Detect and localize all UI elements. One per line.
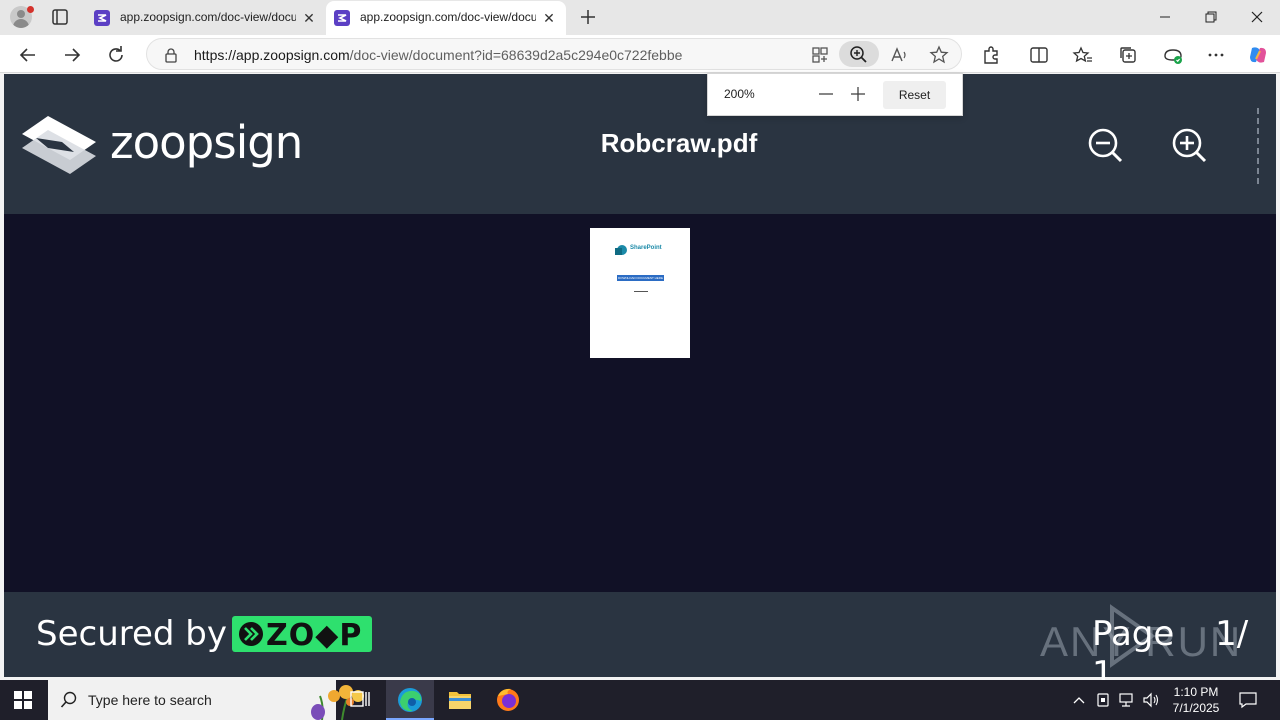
minimize-window-icon[interactable] [1142, 0, 1188, 35]
extensions-icon[interactable] [979, 43, 1003, 67]
document-page-thumbnail[interactable]: SharePoint DOWNLOAD DOCUMENT HERE [590, 228, 690, 358]
zoop-badge-text: ZO◆P [266, 618, 363, 653]
thumbnail-small-text [634, 291, 648, 292]
clock-time: 1:10 PM [1173, 685, 1219, 699]
sharepoint-logo-icon [614, 244, 628, 256]
tab-actions-icon[interactable] [50, 7, 70, 27]
copilot-icon[interactable] [1246, 43, 1270, 67]
zoop-badge[interactable]: ZO◆P [232, 616, 372, 653]
zoopsign-favicon-icon [334, 10, 350, 26]
url-host: https://app.zoopsign.com [194, 47, 350, 63]
windows-start-icon[interactable] [14, 691, 32, 709]
collections-icon[interactable] [1116, 43, 1140, 67]
address-bar[interactable]: https://app.zoopsign.com/doc-view/docume… [146, 38, 962, 70]
app-header: zoopsign Robcraw.pdf [4, 74, 1276, 214]
file-explorer-icon[interactable] [436, 680, 484, 720]
browser-tab-strip: app.zoopsign.com/doc-view/docu ✕ app.zoo… [0, 0, 1280, 35]
taskbar-search-box[interactable]: Type here to search [48, 680, 364, 720]
new-tab-icon[interactable] [577, 6, 599, 28]
lock-icon[interactable] [163, 47, 179, 63]
thumbnail-download-label: DOWNLOAD DOCUMENT HERE [618, 276, 663, 280]
zoopsign-logo-mark-icon [22, 116, 96, 174]
network-icon[interactable] [1117, 690, 1135, 710]
edge-browser-icon[interactable] [386, 680, 434, 720]
zoom-out-icon[interactable] [1086, 126, 1124, 164]
browser-tab-active[interactable]: app.zoopsign.com/doc-view/docu ✕ [326, 1, 566, 35]
close-window-icon[interactable] [1234, 0, 1280, 35]
more-menu-icon[interactable] [1204, 43, 1228, 67]
forward-arrow-icon[interactable] [60, 43, 84, 67]
browser-toolbar: https://app.zoopsign.com/doc-view/docume… [0, 35, 1280, 73]
zoopsign-logo[interactable]: zoopsign [18, 114, 308, 176]
tab-title: app.zoopsign.com/doc-view/docu [120, 10, 296, 24]
zoom-in-icon[interactable] [1170, 126, 1208, 164]
favorites-icon[interactable] [1071, 43, 1095, 67]
page-separator: / [1236, 614, 1249, 654]
restore-window-icon[interactable] [1188, 0, 1234, 35]
page-label: Page [1092, 614, 1175, 654]
clock-date: 7/1/2025 [1172, 701, 1220, 715]
tab-close-icon[interactable]: ✕ [300, 9, 318, 27]
search-icon [60, 691, 78, 709]
browser-zoom-popup: 200% Reset [707, 73, 963, 116]
task-view-icon[interactable] [336, 680, 384, 720]
zoopsign-favicon-icon [94, 10, 110, 26]
zoom-indicator-button[interactable] [839, 41, 879, 67]
logo-wordmark: zoopsign [110, 116, 303, 169]
system-clock[interactable]: 1:10 PM 7/1/2025 [1160, 684, 1232, 716]
document-viewer[interactable]: SharePoint DOWNLOAD DOCUMENT HERE [4, 214, 1276, 592]
header-divider [1257, 108, 1259, 184]
favorite-star-icon[interactable] [927, 43, 951, 67]
page-current: 1 [1215, 614, 1237, 654]
tab-title: app.zoopsign.com/doc-view/docu [360, 10, 536, 24]
notifications-icon[interactable] [1238, 690, 1257, 710]
page-viewport: zoopsign Robcraw.pdf SharePoint DOWNLOAD… [4, 74, 1276, 694]
zoom-increase-icon[interactable] [848, 83, 868, 105]
zoom-decrease-icon[interactable] [816, 83, 836, 105]
url-text[interactable]: https://app.zoopsign.com/doc-view/docume… [194, 47, 682, 63]
refresh-icon[interactable] [104, 43, 128, 67]
app-available-icon[interactable] [808, 43, 832, 67]
zoop-badge-mark-icon [239, 622, 263, 646]
split-screen-icon[interactable] [1027, 43, 1051, 67]
profile-notification-dot [27, 6, 34, 13]
back-arrow-icon[interactable] [16, 43, 40, 67]
secured-by-label: Secured by [36, 614, 227, 654]
volume-icon[interactable] [1142, 690, 1160, 710]
app-footer: Secured by ZO◆P ANY RUN Page 1/ 1 [4, 592, 1276, 694]
browser-essentials-icon[interactable] [1161, 43, 1185, 67]
windows-taskbar: Type here to search 1:10 PM 7/1/2025 [0, 680, 1280, 720]
read-aloud-icon[interactable] [887, 43, 911, 67]
thumbnail-brand: SharePoint [630, 245, 662, 251]
search-placeholder: Type here to search [88, 692, 212, 708]
url-path: /doc-view/document?id=68639d2a5c294e0c72… [349, 47, 683, 63]
document-title: Robcraw.pdf [600, 128, 758, 158]
thumbnail-download-button: DOWNLOAD DOCUMENT HERE [617, 275, 664, 281]
tray-chevron-up-icon[interactable] [1070, 690, 1088, 710]
firefox-icon[interactable] [484, 680, 532, 720]
browser-tab[interactable]: app.zoopsign.com/doc-view/docu ✕ [86, 1, 326, 35]
tab-close-icon[interactable]: ✕ [540, 9, 558, 27]
zoom-reset-button[interactable]: Reset [883, 81, 946, 109]
zoom-percent: 200% [724, 87, 755, 101]
tray-device-icon[interactable] [1094, 690, 1112, 710]
